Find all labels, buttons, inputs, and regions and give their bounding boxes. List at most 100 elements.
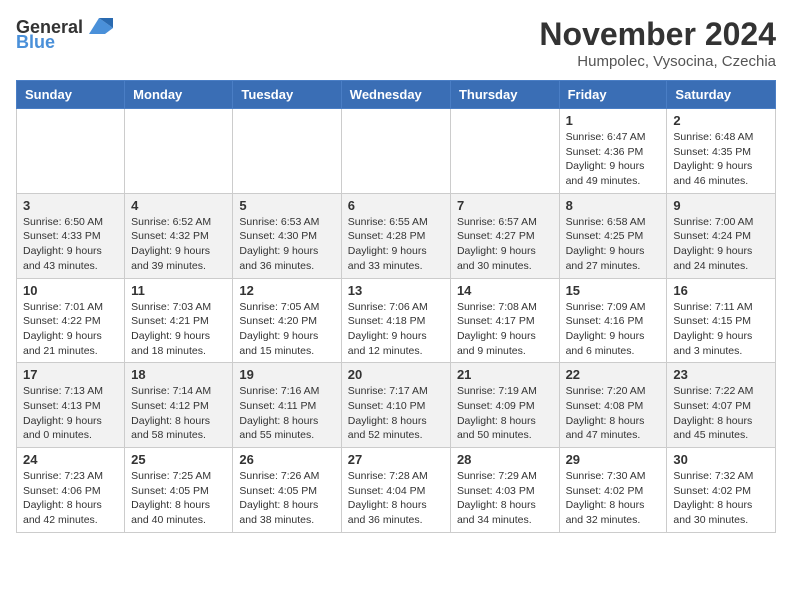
calendar-header-tuesday: Tuesday — [233, 81, 341, 109]
day-number: 3 — [23, 198, 118, 213]
main-title: November 2024 — [539, 16, 776, 53]
calendar-cell: 15 Sunrise: 7:09 AM Sunset: 4:16 PM Dayli… — [559, 278, 667, 363]
day-number: 26 — [239, 452, 334, 467]
day-info: Sunrise: 7:25 AM Sunset: 4:05 PM Dayligh… — [131, 469, 226, 528]
calendar-cell: 11 Sunrise: 7:03 AM Sunset: 4:21 PM Dayli… — [125, 278, 233, 363]
calendar-cell: 14 Sunrise: 7:08 AM Sunset: 4:17 PM Dayli… — [450, 278, 559, 363]
calendar-week-row: 24Sunrise: 7:23 AM Sunset: 4:06 PM Dayli… — [17, 448, 776, 533]
calendar-cell: 19Sunrise: 7:16 AM Sunset: 4:11 PM Dayli… — [233, 363, 341, 448]
day-info: Sunrise: 6:57 AM Sunset: 4:27 PM Dayligh… — [457, 215, 553, 274]
day-number: 17 — [23, 367, 118, 382]
calendar-header-saturday: Saturday — [667, 81, 776, 109]
logo: General Blue — [16, 16, 113, 53]
calendar-cell: 22 Sunrise: 7:20 AM Sunset: 4:08 PM Dayli… — [559, 363, 667, 448]
day-number: 7 — [457, 198, 553, 213]
calendar-cell: 12Sunrise: 7:05 AM Sunset: 4:20 PM Dayli… — [233, 278, 341, 363]
calendar-cell — [450, 109, 559, 194]
day-number: 22 — [566, 367, 661, 382]
calendar-cell: 21 Sunrise: 7:19 AM Sunset: 4:09 PM Dayli… — [450, 363, 559, 448]
day-number: 30 — [673, 452, 769, 467]
calendar-cell: 5 Sunrise: 6:53 AM Sunset: 4:30 PM Daylig… — [233, 193, 341, 278]
day-info: Sunrise: 6:47 AM Sunset: 4:36 PM Dayligh… — [566, 130, 661, 189]
calendar-header-friday: Friday — [559, 81, 667, 109]
day-info: Sunrise: 7:13 AM Sunset: 4:13 PM Dayligh… — [23, 384, 118, 443]
calendar-cell: 17 Sunrise: 7:13 AM Sunset: 4:13 PM Dayli… — [17, 363, 125, 448]
day-number: 5 — [239, 198, 334, 213]
calendar-cell: 28 Sunrise: 7:29 AM Sunset: 4:03 PM Dayli… — [450, 448, 559, 533]
day-number: 27 — [348, 452, 444, 467]
day-number: 6 — [348, 198, 444, 213]
day-number: 15 — [566, 283, 661, 298]
day-info: Sunrise: 7:00 AM Sunset: 4:24 PM Dayligh… — [673, 215, 769, 274]
day-info: Sunrise: 7:16 AM Sunset: 4:11 PM Dayligh… — [239, 384, 334, 443]
calendar-cell: 27Sunrise: 7:28 AM Sunset: 4:04 PM Dayli… — [341, 448, 450, 533]
calendar-cell: 30 Sunrise: 7:32 AM Sunset: 4:02 PM Dayli… — [667, 448, 776, 533]
day-info: Sunrise: 7:30 AM Sunset: 4:02 PM Dayligh… — [566, 469, 661, 528]
day-info: Sunrise: 6:58 AM Sunset: 4:25 PM Dayligh… — [566, 215, 661, 274]
day-info: Sunrise: 7:03 AM Sunset: 4:21 PM Dayligh… — [131, 300, 226, 359]
calendar-table: SundayMondayTuesdayWednesdayThursdayFrid… — [16, 80, 776, 533]
day-info: Sunrise: 7:29 AM Sunset: 4:03 PM Dayligh… — [457, 469, 553, 528]
day-number: 4 — [131, 198, 226, 213]
day-info: Sunrise: 7:11 AM Sunset: 4:15 PM Dayligh… — [673, 300, 769, 359]
calendar-week-row: 17 Sunrise: 7:13 AM Sunset: 4:13 PM Dayli… — [17, 363, 776, 448]
page-header: General Blue November 2024 Humpolec, Vys… — [16, 16, 776, 70]
calendar-cell: 9 Sunrise: 7:00 AM Sunset: 4:24 PM Daylig… — [667, 193, 776, 278]
calendar-cell: 29Sunrise: 7:30 AM Sunset: 4:02 PM Dayli… — [559, 448, 667, 533]
calendar-cell: 13 Sunrise: 7:06 AM Sunset: 4:18 PM Dayli… — [341, 278, 450, 363]
day-info: Sunrise: 7:32 AM Sunset: 4:02 PM Dayligh… — [673, 469, 769, 528]
subtitle: Humpolec, Vysocina, Czechia — [539, 53, 776, 70]
day-info: Sunrise: 7:23 AM Sunset: 4:06 PM Dayligh… — [23, 469, 118, 528]
day-number: 18 — [131, 367, 226, 382]
logo-blue: Blue — [16, 32, 55, 53]
day-number: 8 — [566, 198, 661, 213]
day-info: Sunrise: 7:20 AM Sunset: 4:08 PM Dayligh… — [566, 384, 661, 443]
day-info: Sunrise: 7:05 AM Sunset: 4:20 PM Dayligh… — [239, 300, 334, 359]
day-info: Sunrise: 7:08 AM Sunset: 4:17 PM Dayligh… — [457, 300, 553, 359]
calendar-cell: 7 Sunrise: 6:57 AM Sunset: 4:27 PM Daylig… — [450, 193, 559, 278]
day-info: Sunrise: 6:50 AM Sunset: 4:33 PM Dayligh… — [23, 215, 118, 274]
calendar-cell: 8 Sunrise: 6:58 AM Sunset: 4:25 PM Daylig… — [559, 193, 667, 278]
day-number: 14 — [457, 283, 553, 298]
day-info: Sunrise: 7:09 AM Sunset: 4:16 PM Dayligh… — [566, 300, 661, 359]
day-number: 23 — [673, 367, 769, 382]
day-info: Sunrise: 6:52 AM Sunset: 4:32 PM Dayligh… — [131, 215, 226, 274]
day-number: 11 — [131, 283, 226, 298]
day-number: 9 — [673, 198, 769, 213]
day-info: Sunrise: 7:26 AM Sunset: 4:05 PM Dayligh… — [239, 469, 334, 528]
day-info: Sunrise: 6:48 AM Sunset: 4:35 PM Dayligh… — [673, 130, 769, 189]
calendar-cell: 25 Sunrise: 7:25 AM Sunset: 4:05 PM Dayli… — [125, 448, 233, 533]
day-info: Sunrise: 7:14 AM Sunset: 4:12 PM Dayligh… — [131, 384, 226, 443]
day-number: 1 — [566, 113, 661, 128]
calendar-header-sunday: Sunday — [17, 81, 125, 109]
logo-icon — [85, 16, 113, 38]
day-number: 28 — [457, 452, 553, 467]
day-number: 21 — [457, 367, 553, 382]
day-info: Sunrise: 7:01 AM Sunset: 4:22 PM Dayligh… — [23, 300, 118, 359]
calendar-header-monday: Monday — [125, 81, 233, 109]
day-number: 2 — [673, 113, 769, 128]
day-info: Sunrise: 7:19 AM Sunset: 4:09 PM Dayligh… — [457, 384, 553, 443]
title-area: November 2024 Humpolec, Vysocina, Czechi… — [539, 16, 776, 70]
calendar-cell: 26 Sunrise: 7:26 AM Sunset: 4:05 PM Dayli… — [233, 448, 341, 533]
calendar-cell: 6 Sunrise: 6:55 AM Sunset: 4:28 PM Daylig… — [341, 193, 450, 278]
calendar-cell: 4 Sunrise: 6:52 AM Sunset: 4:32 PM Daylig… — [125, 193, 233, 278]
day-number: 13 — [348, 283, 444, 298]
day-info: Sunrise: 6:53 AM Sunset: 4:30 PM Dayligh… — [239, 215, 334, 274]
calendar-cell: 23Sunrise: 7:22 AM Sunset: 4:07 PM Dayli… — [667, 363, 776, 448]
day-info: Sunrise: 7:17 AM Sunset: 4:10 PM Dayligh… — [348, 384, 444, 443]
calendar-cell — [125, 109, 233, 194]
day-number: 10 — [23, 283, 118, 298]
calendar-week-row: 1 Sunrise: 6:47 AM Sunset: 4:36 PM Daylig… — [17, 109, 776, 194]
calendar-cell — [341, 109, 450, 194]
calendar-week-row: 10 Sunrise: 7:01 AM Sunset: 4:22 PM Dayli… — [17, 278, 776, 363]
day-info: Sunrise: 6:55 AM Sunset: 4:28 PM Dayligh… — [348, 215, 444, 274]
calendar-cell: 1 Sunrise: 6:47 AM Sunset: 4:36 PM Daylig… — [559, 109, 667, 194]
calendar-week-row: 3 Sunrise: 6:50 AM Sunset: 4:33 PM Daylig… — [17, 193, 776, 278]
calendar-header-row: SundayMondayTuesdayWednesdayThursdayFrid… — [17, 81, 776, 109]
day-info: Sunrise: 7:06 AM Sunset: 4:18 PM Dayligh… — [348, 300, 444, 359]
day-number: 25 — [131, 452, 226, 467]
day-number: 16 — [673, 283, 769, 298]
calendar-cell: 24Sunrise: 7:23 AM Sunset: 4:06 PM Dayli… — [17, 448, 125, 533]
calendar-cell: 16 Sunrise: 7:11 AM Sunset: 4:15 PM Dayli… — [667, 278, 776, 363]
